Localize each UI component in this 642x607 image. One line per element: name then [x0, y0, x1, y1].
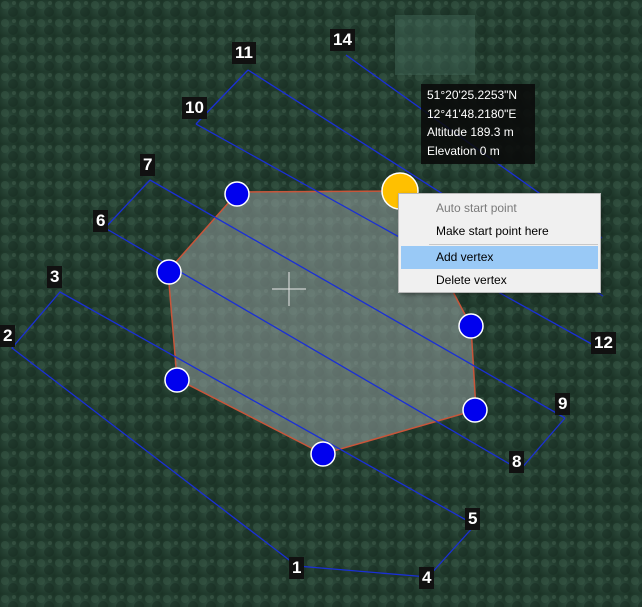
altitude-text: Altitude 189.3 m [427, 125, 514, 139]
longitude-text: 12°41'48.2180"E [427, 106, 517, 121]
vertex[interactable] [224, 181, 250, 207]
waypoint-label-4: 4 [419, 567, 435, 589]
waypoint-label-3: 3 [47, 266, 63, 288]
context-menu: Auto start point Make start point here A… [398, 193, 601, 293]
waypoint-label-2: 2 [0, 325, 16, 347]
vertex[interactable] [310, 441, 336, 467]
menu-separator [429, 244, 598, 245]
waypoint-label-14: 14 [330, 29, 355, 51]
coordinate-tooltip: 51°20'25.2253"N 12°41'48.2180"E Altitude… [421, 84, 535, 164]
waypoint-label-11: 11 [232, 42, 256, 64]
waypoint-label-12: 12 [591, 332, 616, 354]
menu-item-delete-vertex[interactable]: Delete vertex [401, 269, 598, 292]
vertex[interactable] [458, 313, 484, 339]
vertex[interactable] [462, 397, 488, 423]
menu-item-add-vertex[interactable]: Add vertex [401, 246, 598, 269]
latitude-text: 51°20'25.2253"N [427, 88, 518, 102]
waypoint-label-9: 9 [555, 393, 571, 415]
waypoint-label-7: 7 [140, 154, 156, 176]
waypoint-label-1: 1 [289, 557, 305, 579]
vertex[interactable] [156, 259, 182, 285]
waypoint-label-8: 8 [509, 451, 525, 473]
menu-item-make-start-point[interactable]: Make start point here [401, 220, 598, 243]
menu-item-auto-start-point: Auto start point [436, 201, 517, 215]
waypoint-label-6: 6 [93, 210, 109, 232]
elevation-text: Elevation 0 m [427, 143, 500, 158]
clearing-patch [395, 15, 475, 75]
satellite-map[interactable] [0, 0, 642, 607]
vertex[interactable] [164, 367, 190, 393]
waypoint-label-5: 5 [465, 508, 481, 530]
waypoint-label-10: 10 [182, 97, 207, 119]
